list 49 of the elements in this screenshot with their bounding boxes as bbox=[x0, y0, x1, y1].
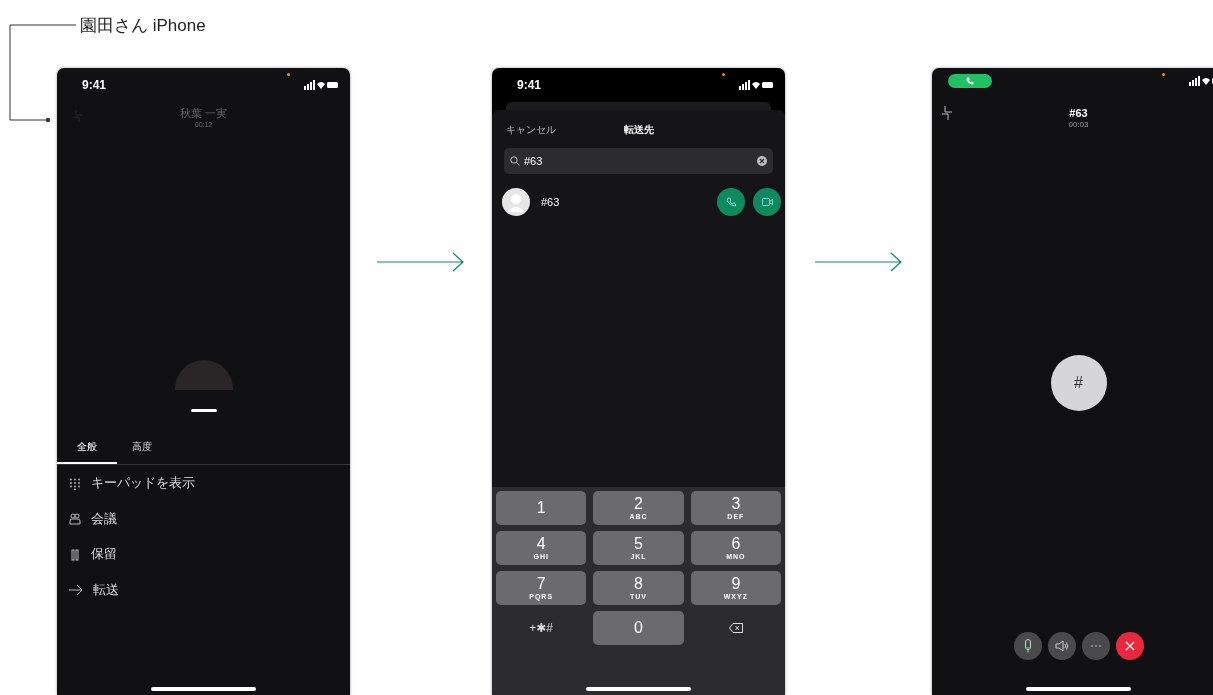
arrow-right-icon bbox=[69, 584, 83, 597]
search-field[interactable]: #63 bbox=[504, 148, 773, 174]
phone-icon bbox=[966, 77, 974, 85]
call-title: #63 bbox=[1069, 108, 1088, 119]
drag-handle[interactable] bbox=[190, 409, 217, 412]
camera-indicator-icon bbox=[721, 73, 725, 76]
speaker-button[interactable] bbox=[1047, 632, 1076, 660]
phone-icon bbox=[726, 197, 736, 207]
status-time: 9:41 bbox=[517, 77, 542, 94]
mute-button[interactable] bbox=[1013, 632, 1042, 660]
pause-icon bbox=[69, 548, 81, 561]
arrow-icon bbox=[377, 251, 465, 272]
avatar-initial: # bbox=[1074, 373, 1083, 393]
search-icon bbox=[510, 156, 520, 166]
status-icons bbox=[739, 80, 773, 90]
camera-indicator-icon bbox=[286, 73, 290, 76]
keypad-icon bbox=[69, 477, 81, 490]
menu-item[interactable]: 保留 bbox=[57, 537, 350, 573]
symbols-key[interactable]: +✱# bbox=[496, 611, 587, 645]
tab[interactable]: 高度 bbox=[117, 433, 167, 464]
people-icon bbox=[69, 513, 81, 526]
menu-item[interactable]: キーパッドを表示 bbox=[57, 466, 350, 502]
minimize-icon[interactable] bbox=[942, 106, 954, 120]
call-button[interactable] bbox=[717, 188, 745, 216]
call-duration: 00:03 bbox=[1068, 121, 1089, 129]
speaker-icon bbox=[1054, 640, 1069, 652]
keypad-key[interactable]: 1 bbox=[496, 491, 587, 525]
camera-indicator-icon bbox=[1161, 73, 1165, 76]
sheet-title: 転送先 bbox=[623, 122, 654, 137]
menu-item[interactable]: 転送 bbox=[57, 572, 350, 608]
video-call-button[interactable] bbox=[753, 188, 781, 216]
tab[interactable]: 全般 bbox=[57, 433, 117, 464]
status-icons bbox=[304, 80, 338, 90]
contact-name: #63 bbox=[541, 194, 560, 210]
close-icon bbox=[1124, 641, 1135, 651]
avatar-icon bbox=[502, 188, 530, 216]
menu-item[interactable]: 会議 bbox=[57, 501, 350, 537]
status-time: 9:41 bbox=[82, 77, 107, 94]
video-camera-icon bbox=[761, 198, 773, 206]
backspace-icon bbox=[728, 623, 743, 633]
cancel-button[interactable]: キャンセル bbox=[492, 121, 556, 137]
microphone-icon bbox=[1023, 639, 1032, 653]
end-call-button[interactable] bbox=[1115, 632, 1144, 660]
arrow-icon bbox=[814, 251, 903, 272]
clear-icon[interactable] bbox=[757, 156, 767, 166]
call-status-pill[interactable] bbox=[948, 74, 992, 88]
annotation-label: 園田さん iPhone bbox=[80, 15, 206, 37]
keypad-key[interactable]: 0 bbox=[593, 611, 684, 645]
status-icons bbox=[1189, 76, 1213, 86]
